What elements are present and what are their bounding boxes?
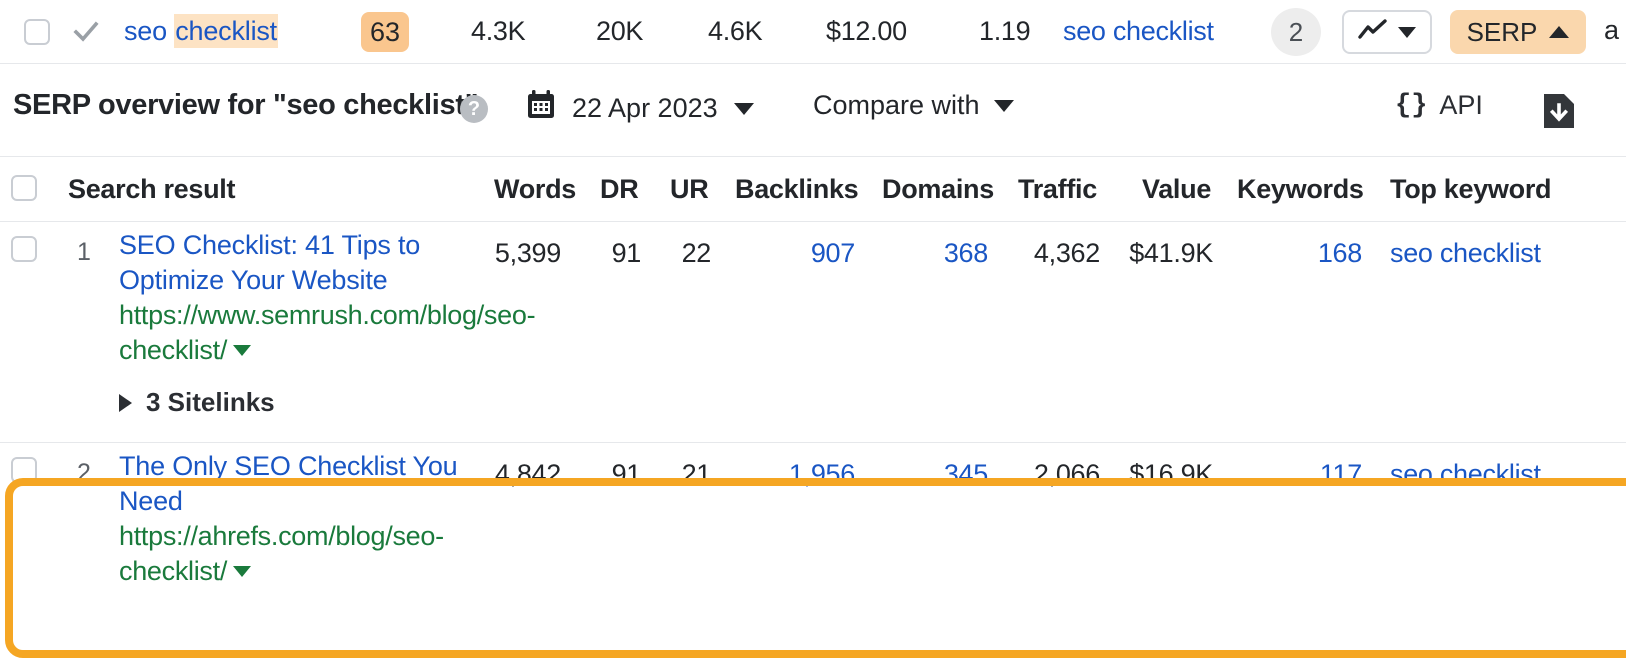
date-picker[interactable]: 22 Apr 2023 <box>526 90 754 127</box>
serp-button-label: SERP <box>1466 16 1538 47</box>
export-button[interactable] <box>1542 92 1576 130</box>
cell-value: $16.9K <box>1129 459 1213 489</box>
cell-top-keyword[interactable]: seo checklist <box>1390 238 1620 269</box>
position-badge: 2 <box>1271 8 1321 56</box>
serp-results-table: Search result Words DR UR Backlinks Doma… <box>0 156 1626 603</box>
check-icon <box>72 18 100 46</box>
metric-cps: 1.19 <box>979 16 1031 46</box>
metric-volume: 4.3K <box>471 16 526 46</box>
cell-backlinks[interactable]: 907 <box>700 238 855 269</box>
serp-overview-header: SERP overview for "seo checklist" ? 22 A… <box>0 64 1626 156</box>
help-icon[interactable]: ? <box>460 95 488 123</box>
cell-value: $41.9K <box>1129 238 1213 268</box>
result-url-link[interactable]: https://ahrefs.com/blog/seo-checklist/ <box>119 519 464 589</box>
row-checkbox[interactable] <box>11 457 37 483</box>
column-header-search-result[interactable]: Search result <box>68 174 235 205</box>
line-chart-icon <box>1358 18 1388 47</box>
chevron-up-icon <box>1549 26 1570 38</box>
cell-ur: 22 <box>681 238 712 268</box>
keyword-prefix: seo <box>124 16 175 46</box>
column-header-traffic[interactable]: Traffic <box>1018 174 1097 205</box>
chevron-down-icon[interactable] <box>233 345 252 356</box>
download-icon <box>1542 94 1576 134</box>
cell-keywords[interactable]: 168 <box>1200 238 1362 269</box>
api-label: API <box>1439 90 1483 120</box>
column-header-dr[interactable]: DR <box>600 174 639 205</box>
chevron-down-icon <box>733 102 754 115</box>
cell-words: 5,399 <box>494 238 561 268</box>
select-all-checkbox[interactable] <box>11 175 37 201</box>
result-url-text: https://ahrefs.com/blog/seo-checklist/ <box>119 521 444 586</box>
keyword-link[interactable]: seo checklist <box>124 14 278 48</box>
keyword-difficulty-badge: 63 <box>361 12 409 52</box>
api-button[interactable]: {} API <box>1395 90 1483 121</box>
result-rank: 1 <box>77 238 91 266</box>
sitelinks-toggle[interactable]: 3 Sitelinks <box>119 387 275 418</box>
cell-top-keyword[interactable]: seo checklist <box>1390 459 1620 490</box>
column-header-backlinks[interactable]: Backlinks <box>735 174 859 205</box>
result-rank: 2 <box>77 459 91 487</box>
metric-clicks: 4.6K <box>708 16 763 46</box>
cell-ur: 21 <box>681 459 712 489</box>
metric-cpc: $12.00 <box>826 16 907 46</box>
page-title: SERP overview for "seo checklist" <box>13 89 479 121</box>
column-header-value[interactable]: Value <box>1142 174 1211 205</box>
row-checkbox[interactable] <box>11 236 37 262</box>
calendar-icon <box>526 90 556 127</box>
sitelinks-label: 3 Sitelinks <box>146 387 275 417</box>
column-header-words[interactable]: Words <box>494 174 576 205</box>
keyword-row-checkbox[interactable] <box>24 18 50 45</box>
table-header-row: Search result Words DR UR Backlinks Doma… <box>0 156 1626 221</box>
column-header-keywords[interactable]: Keywords <box>1237 174 1364 205</box>
chevron-down-icon <box>993 99 1014 112</box>
keyword-summary-row: seo checklist 63 4.3K 20K 4.6K $12.00 1.… <box>0 0 1626 64</box>
chevron-down-icon[interactable] <box>233 566 252 577</box>
column-header-ur[interactable]: UR <box>670 174 709 205</box>
result-url-link[interactable]: https://www.semrush.com/blog/seo-checkli… <box>119 298 536 368</box>
column-header-top-keyword[interactable]: Top keyword <box>1390 174 1552 205</box>
column-header-domains[interactable]: Domains <box>882 174 994 205</box>
braces-icon: {} <box>1395 90 1428 121</box>
chart-dropdown-button[interactable] <box>1342 10 1432 54</box>
cell-backlinks[interactable]: 1,956 <box>700 459 855 490</box>
chevron-down-icon <box>1398 26 1416 38</box>
table-row: 2 The Only SEO Checklist You Need https:… <box>0 442 1626 603</box>
cell-words: 4,842 <box>494 459 561 489</box>
compare-with-dropdown[interactable]: Compare with <box>813 90 1014 121</box>
keyword-highlight: checklist <box>174 14 278 48</box>
triangle-right-icon <box>119 393 132 412</box>
serp-toggle-button[interactable]: SERP <box>1450 10 1586 54</box>
metric-global-volume: 20K <box>596 16 644 46</box>
cell-keywords[interactable]: 117 <box>1200 459 1362 490</box>
table-row: 1 SEO Checklist: 41 Tips to Optimize You… <box>0 221 1626 442</box>
truncated-trailing-text: a <box>1604 15 1620 45</box>
date-value: 22 Apr 2023 <box>572 93 718 123</box>
result-url-text: https://www.semrush.com/blog/seo-checkli… <box>119 300 536 365</box>
metric-parent-topic[interactable]: seo checklist <box>1063 16 1214 47</box>
compare-with-label: Compare with <box>813 90 980 120</box>
